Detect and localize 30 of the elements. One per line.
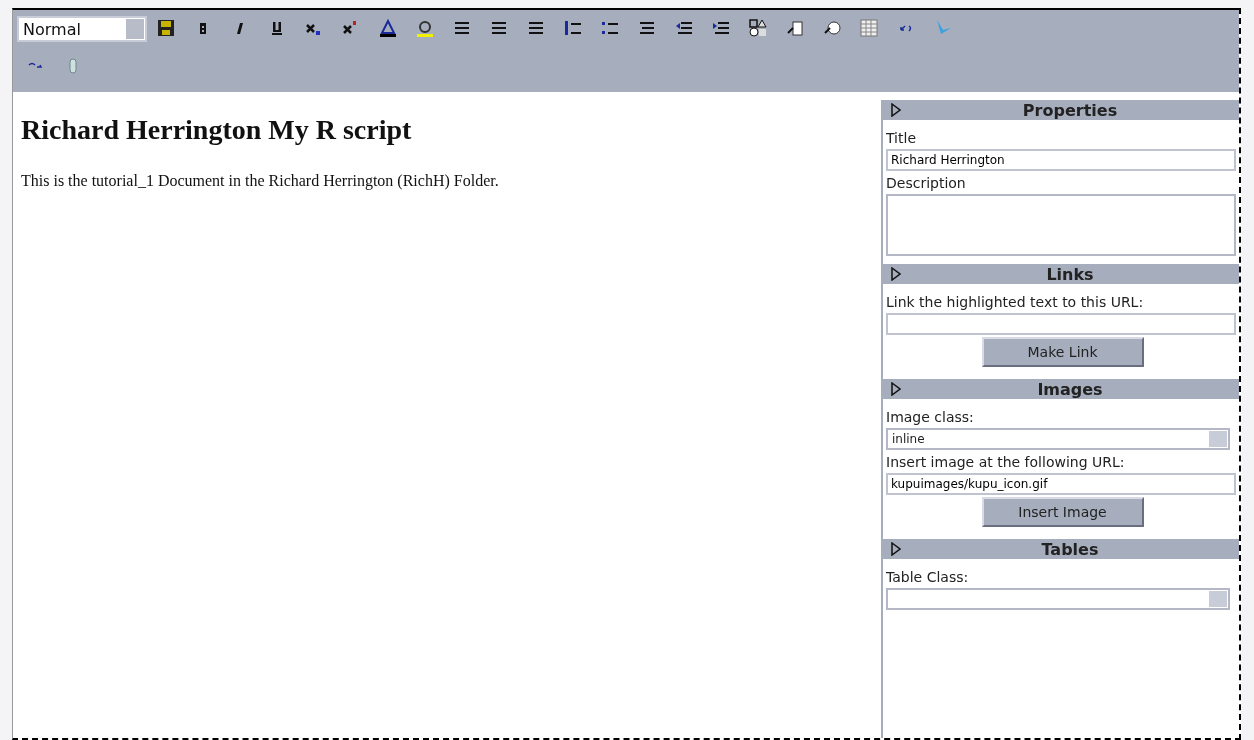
document-heading: Richard Herrington My R script <box>21 114 413 146</box>
section-header[interactable]: Images <box>883 379 1239 399</box>
triangle-icon[interactable] <box>891 382 901 396</box>
section-header[interactable]: Links <box>883 264 1239 284</box>
numbered-list-icon[interactable] <box>562 18 583 38</box>
field-label: Table Class: <box>886 568 970 587</box>
text-field[interactable]: kupuimages/kupu_icon.gif <box>886 473 1236 495</box>
highlight-icon[interactable] <box>414 18 435 38</box>
triangle-icon[interactable] <box>891 267 901 281</box>
field-label: Link the highlighted text to this URL: <box>886 293 1145 312</box>
text-color-icon[interactable] <box>377 18 398 38</box>
save-icon[interactable] <box>155 18 176 38</box>
triangle-icon[interactable] <box>891 542 901 556</box>
text-field[interactable]: Richard Herrington <box>886 149 1236 171</box>
table-icon[interactable] <box>858 18 879 38</box>
field-label: Image class: <box>886 408 975 427</box>
field-label: Title <box>886 129 917 148</box>
select-field[interactable] <box>886 588 1230 610</box>
document-paragraph: This is the tutorial_1 Document in the Richard Herrington (RichH) Folder. <box>21 172 500 190</box>
section-header[interactable]: Properties <box>883 100 1239 120</box>
select-field[interactable]: inline <box>886 428 1230 450</box>
triangle-icon[interactable] <box>891 103 901 117</box>
shapes-icon[interactable] <box>747 18 768 38</box>
action-button[interactable]: Insert Image <box>981 497 1144 527</box>
text-field[interactable] <box>886 313 1236 335</box>
field-label: Description <box>886 174 967 193</box>
action-button[interactable]: Make Link <box>981 337 1144 367</box>
field-label: Insert image at the following URL: <box>886 453 1126 472</box>
section-header[interactable]: Tables <box>883 539 1239 559</box>
style-select[interactable]: Normal <box>17 16 147 42</box>
